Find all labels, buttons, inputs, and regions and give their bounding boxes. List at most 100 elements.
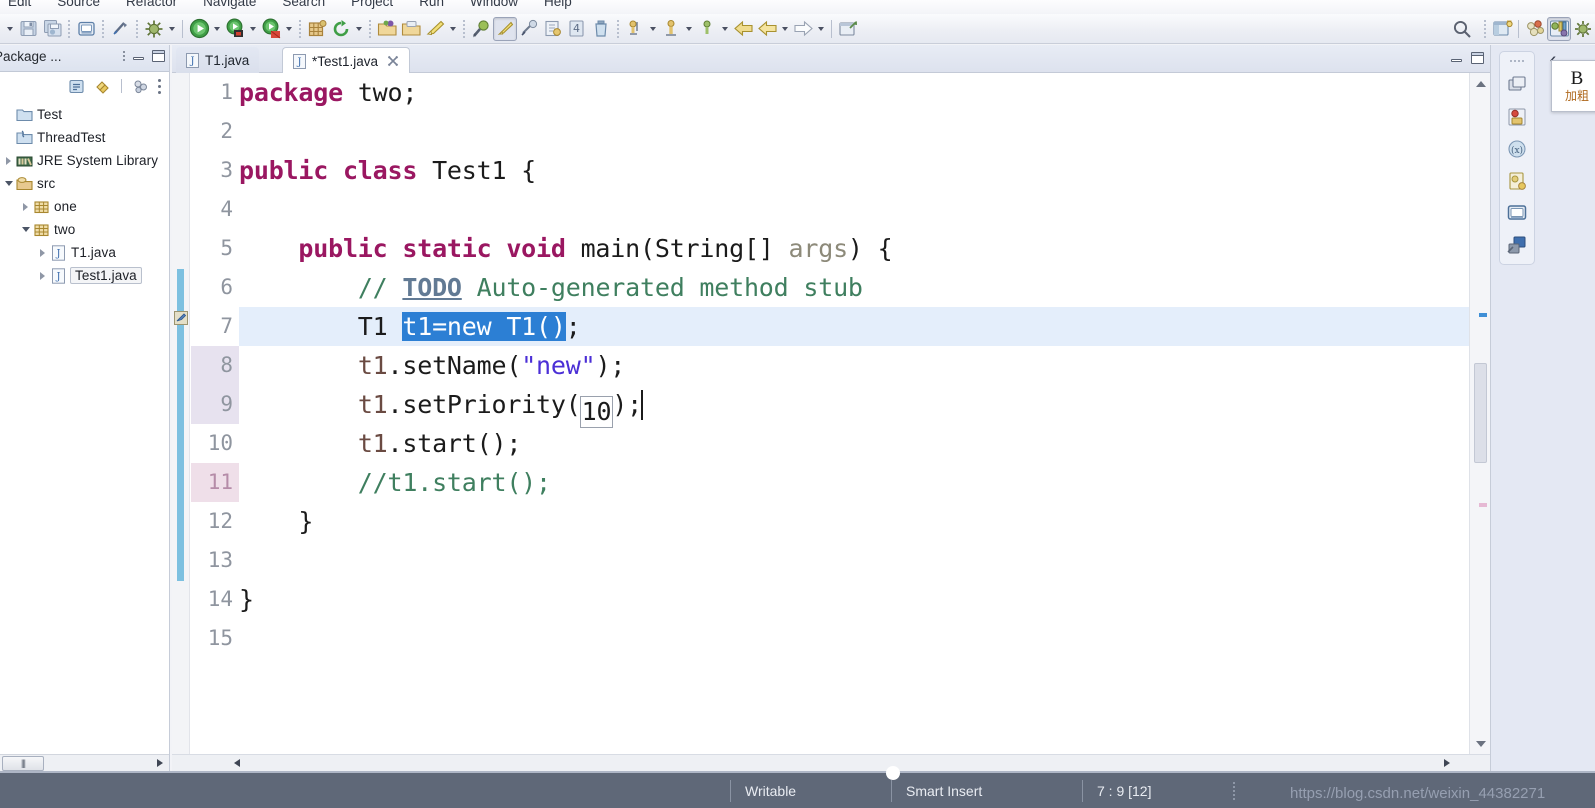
open-perspective-icon[interactable] [1490,17,1514,41]
debug-dropdown-caret[interactable] [166,17,178,41]
print-icon[interactable] [74,17,98,41]
hscroll-thumb[interactable]: ||| [2,755,44,771]
run-as-dropdown-caret[interactable] [247,17,259,41]
package-explorer-title[interactable]: Package ... [0,49,62,64]
tree-item-src[interactable]: src [0,172,169,195]
tree-item-test1-java[interactable]: J Test1.java [0,264,169,287]
step-return-icon[interactable] [695,17,719,41]
code-line[interactable]: t1.setName("new"); [239,346,1469,385]
menu-item-search[interactable]: Search [282,0,325,9]
forward-dropdown-caret[interactable] [815,17,827,41]
editor-tab-test1[interactable]: J *Test1.java [282,47,411,74]
editor-overview-ruler[interactable] [1469,73,1490,754]
todo-task-marker-icon[interactable] [174,311,188,325]
code-line[interactable]: public class Test1 { [239,151,1469,190]
tree-item-t1-java[interactable]: J T1.java [0,241,169,264]
forward-icon[interactable] [791,17,815,41]
chevron-right-icon[interactable] [2,154,15,167]
open-type-icon[interactable] [399,17,423,41]
chevron-right-icon[interactable] [19,200,32,213]
editor-marker-ruler[interactable] [172,73,190,754]
editor-minimize-icon[interactable] [1450,51,1463,64]
maximize-icon[interactable] [152,49,165,62]
back-icon[interactable] [731,17,755,41]
new-package-icon[interactable] [375,17,399,41]
code-line[interactable] [239,541,1469,580]
run-coverage-icon[interactable] [259,17,283,41]
overview-mark-change[interactable] [1479,503,1487,507]
search-type-icon[interactable] [469,17,493,41]
chevron-down-icon[interactable] [2,177,15,190]
variables-view-icon[interactable]: (x) [1506,138,1528,160]
code-line[interactable]: // TODO Auto-generated method stub [239,268,1469,307]
link-with-editor-icon[interactable] [94,78,111,95]
tree-item-one[interactable]: one [0,195,169,218]
external-tools-icon[interactable] [836,17,860,41]
code-editor[interactable]: package two; public class Test1 { public … [239,73,1469,754]
code-line[interactable]: t1.start(); [239,424,1469,463]
servers-view-icon[interactable] [1506,234,1528,256]
code-line[interactable] [239,112,1469,151]
back-alt-icon[interactable] [755,17,779,41]
package-explorer-hscrollbar[interactable]: ||| [0,754,169,771]
code-line[interactable]: } [239,580,1469,619]
last-edit-icon[interactable]: 4 [565,17,589,41]
editor-hscroll-right-arrow[interactable] [1444,759,1450,767]
link-break-icon[interactable] [108,17,132,41]
run-dropdown-caret[interactable] [211,17,223,41]
collapse-all-icon[interactable] [68,78,85,95]
view-menu-icon[interactable] [132,78,149,95]
run-as-icon[interactable] [223,17,247,41]
minimize-icon[interactable] [132,49,145,62]
menu-item-source[interactable]: Source [57,0,100,9]
save-all-icon[interactable] [40,17,64,41]
tree-item-threadtest[interactable]: ThreadTest [0,126,169,149]
previous-annotation-icon[interactable] [541,17,565,41]
java-perspective-icon[interactable] [1523,17,1547,41]
code-line[interactable]: } [239,502,1469,541]
status-resize-knob[interactable] [886,766,900,780]
marker-dropdown-caret[interactable] [447,17,459,41]
hscroll-right-arrow[interactable] [157,759,163,767]
back-dropdown-caret[interactable] [779,17,791,41]
tree-item-jre-system-library[interactable]: JRE System Library [0,149,169,172]
save-icon[interactable] [16,17,40,41]
marker-icon[interactable] [423,17,447,41]
code-line[interactable]: T1 t1=new T1(); [239,307,1469,346]
chevron-right-icon[interactable] [36,246,49,259]
tree-item-two[interactable]: two [0,218,169,241]
menu-item-project[interactable]: Project [351,0,393,9]
step-into-icon[interactable] [623,17,647,41]
menu-item-window[interactable]: Window [470,0,518,9]
debug-view-icon[interactable] [1506,106,1528,128]
editor-tab-t1[interactable]: J T1.java [176,47,260,73]
next-annotation-icon[interactable] [517,17,541,41]
vscroll-thumb[interactable] [1474,363,1487,463]
code-line[interactable]: package two; [239,73,1469,112]
step-into-dropdown-caret[interactable] [647,17,659,41]
code-line[interactable]: public static void main(String[] args) { [239,229,1469,268]
search-icon[interactable] [1450,17,1474,41]
console-view-icon[interactable] [1506,202,1528,224]
close-icon[interactable] [387,55,399,67]
overview-mark-selection[interactable] [1479,313,1487,317]
menu-item-navigate[interactable]: Navigate [203,0,256,9]
restore-icon[interactable] [1506,74,1528,96]
run-coverage-dropdown-caret[interactable] [283,17,295,41]
debug-perspective-icon[interactable] [1547,16,1571,41]
pin-editor-icon[interactable] [493,16,517,41]
step-return-dropdown-caret[interactable] [719,17,731,41]
code-line[interactable] [239,190,1469,229]
run-icon[interactable] [187,17,211,41]
refresh-icon[interactable] [329,17,353,41]
view-dots-icon[interactable] [158,78,161,94]
snippets-view-icon[interactable] [1506,170,1528,192]
step-over-icon[interactable] [659,17,683,41]
scroll-up-arrow[interactable] [1473,76,1488,91]
chevron-right-icon[interactable] [36,269,49,282]
step-over-dropdown-caret[interactable] [683,17,695,41]
code-line[interactable] [239,619,1469,658]
code-line[interactable]: t1.setPriority(10); [239,385,1469,428]
menu-item-run[interactable]: Run [419,0,444,9]
editor-maximize-icon[interactable] [1471,51,1484,64]
